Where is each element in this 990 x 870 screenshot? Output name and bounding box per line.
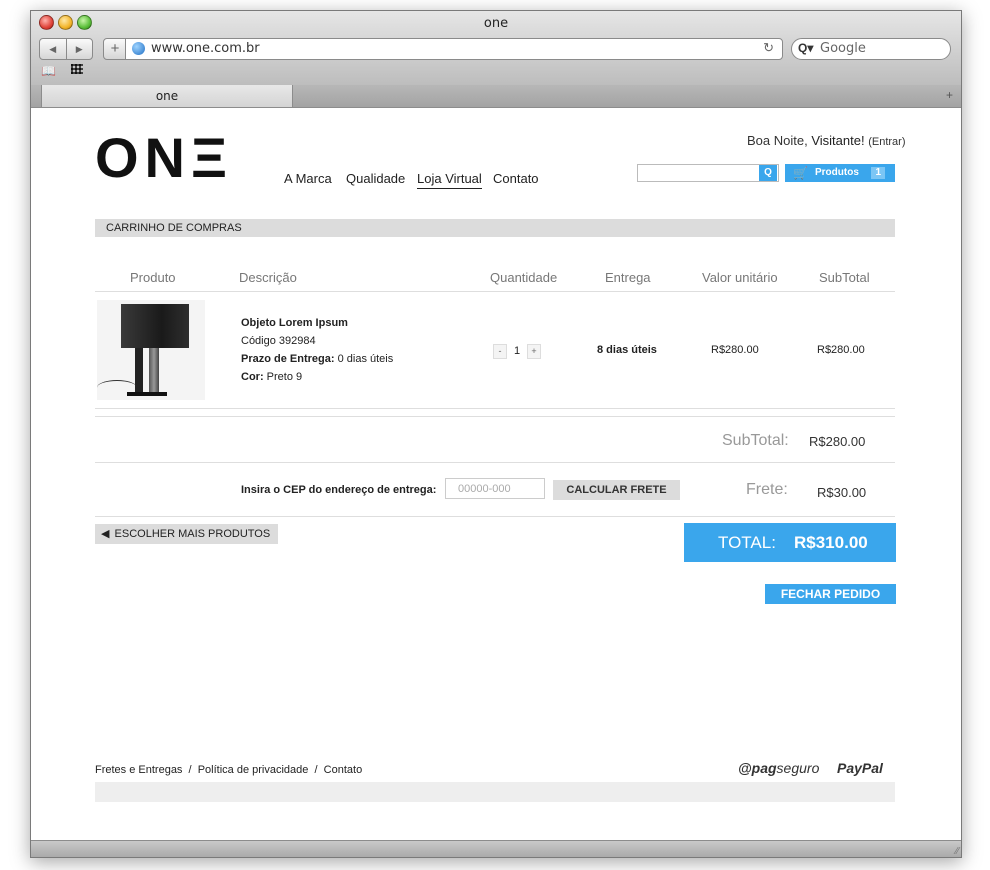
- delivery-time-label: Prazo de Entrega:: [241, 353, 335, 365]
- reload-icon[interactable]: ↻: [763, 40, 774, 56]
- tab-one[interactable]: one: [41, 85, 293, 107]
- item-unit-price: R$280.00: [711, 344, 759, 356]
- color-value: Preto 9: [263, 371, 303, 383]
- quantity-increase-button[interactable]: +: [527, 343, 541, 359]
- total-value: R$310.00: [794, 533, 868, 552]
- frete-value: R$30.00: [817, 485, 867, 500]
- product-code: Código 392984: [241, 335, 316, 347]
- item-delivery: 8 dias úteis: [597, 344, 657, 356]
- total-box: TOTAL: R$310.00: [684, 523, 896, 562]
- cart-count-badge: 1: [871, 167, 885, 179]
- column-header-entrega: Entrega: [605, 270, 651, 285]
- cart-label: Produtos: [815, 167, 859, 178]
- page-content: ONΞ A Marca Qualidade Loja Virtual Conta…: [31, 108, 961, 840]
- nav-contato[interactable]: Contato: [493, 171, 539, 186]
- frete-label: Frete:: [746, 481, 788, 498]
- magnifier-icon: Q▾: [798, 41, 814, 55]
- divider: [95, 408, 895, 409]
- delivery-time-value: 0 dias úteis: [334, 353, 394, 365]
- cep-label: Insira o CEP do endereço de entrega:: [241, 484, 437, 496]
- browser-window: one ◀ ▶ + www.one.com.br ↻ Q▾ Google 📖 o…: [30, 10, 962, 858]
- column-header-subtotal: SubTotal: [819, 270, 870, 285]
- search-icon: Q: [764, 167, 772, 178]
- resize-grip-icon[interactable]: ⁄⁄: [956, 846, 959, 857]
- product-name-text: Objeto Lorem Ipsum: [241, 317, 348, 329]
- top-sites-grid-icon[interactable]: [71, 64, 83, 74]
- browser-toolbar: one ◀ ▶ + www.one.com.br ↻ Q▾ Google 📖: [31, 11, 961, 86]
- continue-shopping-label: ESCOLHER MAIS PRODUTOS: [114, 528, 271, 540]
- browser-search-input[interactable]: Q▾ Google: [791, 38, 951, 60]
- cep-input[interactable]: 00000-000: [445, 478, 545, 499]
- add-bookmark-button[interactable]: +: [103, 38, 127, 60]
- pagseguro-symbol: @: [738, 760, 752, 776]
- site-search-input[interactable]: [637, 164, 779, 182]
- quantity-decrease-button[interactable]: -: [493, 343, 507, 359]
- site-search-button[interactable]: Q: [759, 165, 777, 181]
- divider: [95, 516, 895, 517]
- status-bar: ⁄⁄: [31, 840, 961, 857]
- forward-arrow-icon[interactable]: ▶: [65, 39, 93, 59]
- cart-button[interactable]: 🛒 Produtos 1: [785, 164, 895, 182]
- new-tab-icon[interactable]: +: [946, 88, 953, 102]
- browser-search-placeholder: Google: [820, 41, 866, 56]
- globe-icon: [132, 42, 145, 55]
- divider: [95, 462, 895, 463]
- nav-a-marca[interactable]: A Marca: [284, 171, 332, 186]
- tab-bar: one +: [31, 85, 961, 108]
- url-text[interactable]: www.one.com.br: [151, 41, 260, 56]
- pagseguro-logo: @pagseguro: [738, 760, 819, 776]
- bookmarks-book-icon[interactable]: 📖: [41, 64, 56, 78]
- product-image[interactable]: [97, 300, 205, 400]
- back-triangle-icon: ◀: [101, 528, 110, 540]
- greeting-prefix: Boa Noite,: [747, 133, 812, 148]
- column-header-produto: Produto: [130, 270, 176, 285]
- pagseguro-light: seguro: [776, 760, 820, 776]
- subtotal-label: SubTotal:: [722, 432, 789, 449]
- history-buttons: ◀ ▶: [39, 38, 93, 60]
- cart-section-title-text: CARRINHO DE COMPRAS: [106, 222, 242, 234]
- divider: [95, 291, 895, 292]
- column-header-descricao: Descrição: [239, 270, 297, 285]
- cart-icon: 🛒: [793, 166, 808, 180]
- pagseguro-bold: pag: [751, 760, 777, 776]
- greeting: Boa Noite, Visitante! (Entrar): [747, 133, 905, 148]
- divider: [95, 416, 895, 417]
- lamp-shade: [121, 304, 189, 348]
- product-delivery-time: Prazo de Entrega: 0 dias úteis: [241, 353, 393, 365]
- calculate-shipping-button[interactable]: CALCULAR FRETE: [553, 480, 680, 500]
- login-link[interactable]: (Entrar): [868, 136, 905, 148]
- lamp-stem-reflective: [149, 348, 159, 394]
- item-subtotal: R$280.00: [817, 344, 865, 356]
- column-header-valor-unitario: Valor unitário: [702, 270, 778, 285]
- subtotal-value: R$280.00: [809, 434, 866, 449]
- total-label: TOTAL:: [718, 533, 776, 552]
- footer-links[interactable]: Fretes e Entregas / Política de privacid…: [95, 764, 362, 776]
- lamp-cord: [97, 380, 137, 395]
- greeting-name: Visitante!: [811, 133, 865, 148]
- checkout-button[interactable]: FECHAR PEDIDO: [765, 584, 896, 604]
- product-color: Cor: Preto 9: [241, 371, 302, 383]
- product-name[interactable]: Objeto Lorem Ipsum: [241, 317, 348, 329]
- quantity-stepper: - 1 +: [493, 343, 541, 359]
- footer-bar: [95, 782, 895, 802]
- paypal-logo: PayPal: [837, 760, 883, 776]
- nav-loja-virtual[interactable]: Loja Virtual: [417, 171, 482, 189]
- continue-shopping-button[interactable]: ◀ ESCOLHER MAIS PRODUTOS: [95, 524, 278, 544]
- nav-qualidade[interactable]: Qualidade: [346, 171, 405, 186]
- quantity-value[interactable]: 1: [507, 345, 527, 357]
- address-bar[interactable]: www.one.com.br ↻: [125, 38, 783, 60]
- color-label: Cor:: [241, 371, 264, 383]
- column-header-quantidade: Quantidade: [490, 270, 558, 285]
- cart-section-title: CARRINHO DE COMPRAS: [95, 219, 895, 237]
- back-arrow-icon[interactable]: ◀: [40, 39, 66, 59]
- window-title: one: [483, 16, 509, 31]
- one-logo[interactable]: ONΞ: [95, 128, 233, 188]
